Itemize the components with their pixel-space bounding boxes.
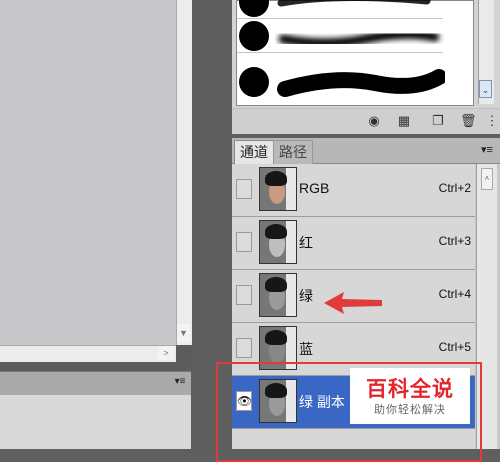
document-canvas[interactable]	[0, 0, 176, 345]
trash-icon[interactable]: 🗑	[460, 113, 477, 129]
channel-name: 蓝	[299, 341, 313, 357]
visibility-toggle[interactable]	[236, 179, 252, 199]
chevron-down-icon[interactable]: ⌄	[479, 80, 492, 98]
lower-panel-body	[0, 395, 191, 449]
canvas-horizontal-scrollbar[interactable]	[0, 345, 176, 362]
brush-tip-icon	[239, 0, 269, 17]
channel-thumbnail	[259, 273, 297, 317]
panel-menu-icon[interactable]: ▾≡	[478, 144, 496, 156]
brush-preset-row[interactable]	[237, 19, 443, 53]
channel-name: 绿	[299, 288, 313, 304]
channel-name: 红	[299, 235, 313, 251]
channel-name: RGB	[299, 180, 330, 196]
scroll-thumb[interactable]: ˄	[481, 168, 493, 190]
tab-channels[interactable]: 通道	[234, 140, 274, 164]
scroll-down-arrow-icon[interactable]: ▼	[177, 324, 190, 342]
panel-resize-icon[interactable]: ⋮	[484, 113, 500, 129]
brush-stroke-icon	[277, 0, 431, 7]
brush-tip-icon	[239, 21, 269, 51]
brush-preset-list[interactable]	[236, 0, 474, 106]
red-arrow-annotation	[324, 292, 382, 314]
tab-paths[interactable]: 路径	[273, 140, 313, 164]
brush-preset-row[interactable]	[237, 0, 443, 19]
lower-panel-header	[0, 371, 191, 396]
channel-row-rgb[interactable]: RGB Ctrl+2	[232, 164, 475, 217]
channel-shortcut: Ctrl+3	[438, 234, 471, 248]
channel-row-red[interactable]: 红 Ctrl+3	[232, 217, 475, 270]
scroll-right-arrow-icon[interactable]: >	[158, 346, 174, 360]
channel-thumbnail	[259, 167, 297, 211]
channel-shortcut: Ctrl+4	[438, 287, 471, 301]
brush-preset-row[interactable]	[237, 53, 445, 97]
brush-tip-icon	[239, 67, 269, 97]
channel-shortcut: Ctrl+2	[438, 181, 471, 195]
canvas-vertical-scrollbar[interactable]	[176, 0, 192, 345]
visibility-toggle[interactable]	[236, 232, 252, 252]
eye-brush-icon[interactable]: ◉	[366, 113, 382, 129]
visibility-toggle[interactable]	[236, 338, 252, 358]
channel-thumbnail	[259, 220, 297, 264]
channel-shortcut: Ctrl+5	[438, 340, 471, 354]
hard-brush-stroke-icon	[277, 69, 445, 97]
watermark-subtitle: 助你轻松解决	[374, 404, 446, 416]
grid-icon[interactable]: ▦	[396, 113, 412, 129]
panel-menu-icon[interactable]: ▾≡	[172, 375, 188, 389]
new-brush-icon[interactable]: ❐	[430, 113, 446, 129]
watermark-title: 百科全说	[366, 378, 454, 401]
visibility-toggle[interactable]	[236, 285, 252, 305]
soft-brush-stroke-icon	[278, 29, 440, 48]
